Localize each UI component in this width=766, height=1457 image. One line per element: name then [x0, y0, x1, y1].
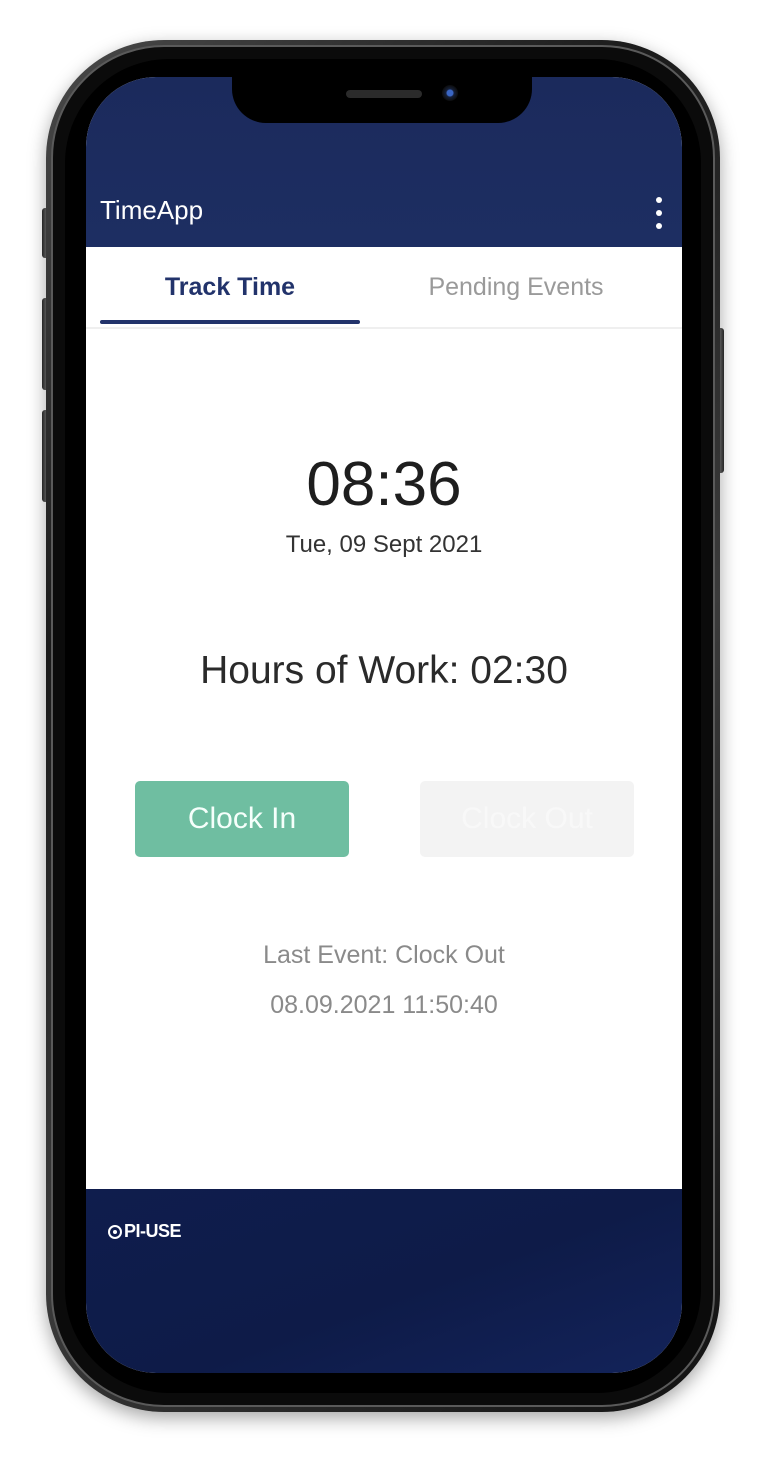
- tab-track-time[interactable]: Track Time: [100, 247, 360, 327]
- clock-out-button[interactable]: Clock Out: [420, 781, 634, 857]
- brand-logo: PI-USE: [108, 1221, 182, 1242]
- menu-dot: [656, 210, 662, 216]
- current-time: 08:36: [306, 450, 462, 519]
- front-camera-icon: [442, 85, 458, 101]
- device-mockup: TimeApp Track Time Pending Events 08:36 …: [0, 0, 766, 1457]
- speaker-grille: [346, 90, 422, 98]
- last-event-label: Last Event: Clock Out: [263, 941, 505, 969]
- current-date: Tue, 09 Sept 2021: [285, 531, 483, 558]
- app-screen: TimeApp Track Time Pending Events 08:36 …: [86, 77, 682, 1373]
- brand-logo-text: PI-USE: [124, 1221, 182, 1241]
- app-footer: PI-USE: [86, 1189, 682, 1373]
- menu-dot: [656, 197, 662, 203]
- menu-dot: [656, 223, 662, 229]
- clock-in-button[interactable]: Clock In: [135, 781, 349, 857]
- kebab-menu-icon[interactable]: [654, 197, 664, 229]
- app-title: TimeApp: [100, 195, 204, 225]
- hours-of-work: Hours of Work: 02:30: [200, 649, 568, 692]
- phone-notch: [232, 77, 532, 123]
- brand-logo-icon: [108, 1224, 122, 1239]
- last-event-timestamp: 08.09.2021 11:50:40: [270, 991, 498, 1019]
- tab-pending-events[interactable]: Pending Events: [386, 247, 646, 327]
- active-tab-indicator: [100, 320, 360, 324]
- tab-bar: Track Time Pending Events: [86, 247, 682, 329]
